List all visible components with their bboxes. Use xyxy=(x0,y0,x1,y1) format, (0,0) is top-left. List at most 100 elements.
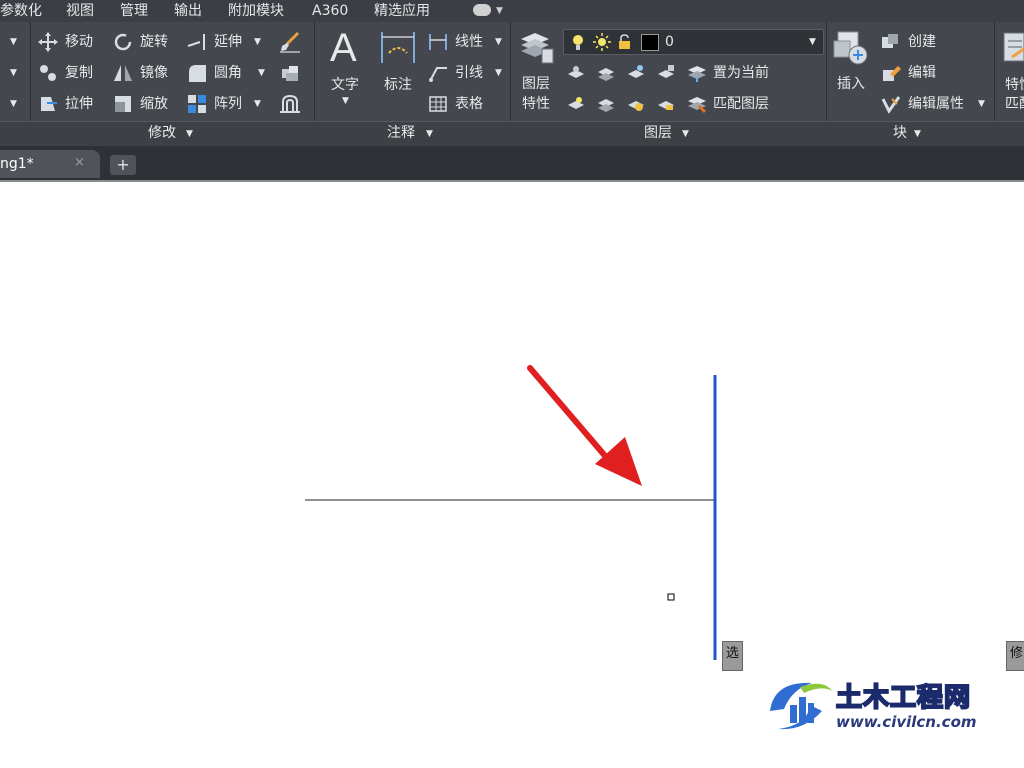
copy-icon xyxy=(40,65,56,81)
insert-block-icon xyxy=(833,31,868,65)
array-button[interactable]: 阵列 xyxy=(214,95,242,113)
erase-icon xyxy=(280,31,300,53)
menu-a360[interactable]: A360 xyxy=(312,2,348,20)
block-panel-title[interactable]: 块 xyxy=(893,124,907,142)
offset-icon xyxy=(280,94,300,113)
table-icon xyxy=(429,96,447,112)
text-large-icon: A xyxy=(330,26,357,70)
rotate-button[interactable]: 旋转 xyxy=(140,33,168,51)
copy-button[interactable]: 复制 xyxy=(65,64,93,82)
layer-color-swatch xyxy=(641,34,659,51)
unlock-icon xyxy=(619,34,630,49)
current-layer-name: 0 xyxy=(665,34,674,50)
edit-attributes-dropdown-icon[interactable]: ▼ xyxy=(978,99,985,109)
extend-button[interactable]: 延伸 xyxy=(214,33,242,51)
dropdown-chevron-icon[interactable]: ▼ xyxy=(10,37,17,47)
layer-unlock-icon xyxy=(658,101,674,110)
insert-button[interactable]: 插入 xyxy=(837,75,865,93)
linear-dropdown-icon[interactable]: ▼ xyxy=(495,37,502,47)
layer-properties-label-2[interactable]: 特性 xyxy=(522,95,550,113)
block-panel-chevron-icon[interactable]: ▼ xyxy=(914,129,921,139)
sun-icon xyxy=(593,33,611,51)
mirror-button[interactable]: 镜像 xyxy=(140,64,168,82)
layer-walk-icon xyxy=(598,99,614,112)
watermark-site-name: 土木工程网 xyxy=(835,682,972,714)
stretch-button[interactable]: 拉伸 xyxy=(65,95,93,113)
mirror-icon xyxy=(114,65,132,81)
text-button[interactable]: 文字 xyxy=(331,76,359,94)
layers-panel-chevron-icon[interactable]: ▼ xyxy=(682,129,689,139)
layer-tools-row1 xyxy=(568,65,674,81)
move-icon xyxy=(38,32,58,52)
edit-attributes-button[interactable]: 编辑属性 xyxy=(908,95,964,113)
layer-off-icon xyxy=(568,66,584,78)
extend-icon xyxy=(187,34,205,50)
properties-label-2[interactable]: 匹配 xyxy=(1005,95,1024,113)
set-current-button[interactable]: 置为当前 xyxy=(713,64,769,82)
lightbulb-icon xyxy=(573,35,583,50)
annotation-panel-title[interactable]: 注释 xyxy=(387,124,415,142)
layer-dropdown[interactable]: 0 ▼ xyxy=(563,29,824,55)
drawing-tab-label: ng1* xyxy=(0,156,34,172)
move-button[interactable]: 移动 xyxy=(65,33,93,51)
match-layer-button[interactable]: 匹配图层 xyxy=(713,95,769,113)
fillet-dropdown-icon[interactable]: ▼ xyxy=(258,68,265,78)
layers-panel-title[interactable]: 图层 xyxy=(644,124,672,142)
menu-addins[interactable]: 附加模块 xyxy=(228,2,284,20)
modify-panel-title[interactable]: 修改 xyxy=(148,124,176,142)
fillet-button[interactable]: 圆角 xyxy=(214,64,242,82)
properties-label-1[interactable]: 特性 xyxy=(1005,76,1024,94)
red-arrow-head-icon xyxy=(595,437,642,486)
close-tab-icon[interactable]: × xyxy=(74,155,85,171)
stretch-icon xyxy=(41,97,57,111)
edit-block-icon xyxy=(883,66,901,81)
menu-view[interactable]: 视图 xyxy=(66,2,94,20)
scale-icon xyxy=(115,96,131,112)
scale-button[interactable]: 缩放 xyxy=(140,95,168,113)
watermark-url: www.civilcn.com xyxy=(836,713,977,731)
dropdown-chevron-icon[interactable]: ▼ xyxy=(10,68,17,78)
explode-icon xyxy=(282,66,298,81)
new-tab-icon[interactable]: + xyxy=(110,155,136,175)
match-layer-icon xyxy=(688,97,707,114)
text-dropdown-icon[interactable]: ▼ xyxy=(342,96,349,106)
rotate-icon xyxy=(114,33,132,51)
dimension-button[interactable]: 标注 xyxy=(384,76,412,94)
ribbon-toggle-icon[interactable] xyxy=(473,4,491,16)
edit-block-button[interactable]: 编辑 xyxy=(908,64,936,82)
annotation-panel-chevron-icon[interactable]: ▼ xyxy=(426,129,433,139)
civilcn-logo-icon xyxy=(770,682,832,730)
modify-panel-chevron-icon[interactable]: ▼ xyxy=(186,129,193,139)
dropdown-chevron-icon[interactable]: ▼ xyxy=(10,99,17,109)
array-icon xyxy=(188,95,206,113)
layer-dropdown-chevron-icon[interactable]: ▼ xyxy=(809,37,816,47)
fillet-icon xyxy=(189,65,206,82)
menu-bar: 参数化 视图 管理 输出 附加模块 A360 精选应用 ▼ xyxy=(0,0,1024,22)
match-properties-icon xyxy=(1003,32,1024,62)
layer-properties-label-1[interactable]: 图层 xyxy=(522,75,550,93)
modify-tooltip: 修 xyxy=(1006,641,1024,671)
create-block-icon xyxy=(882,34,898,48)
leader-button[interactable]: 引线 xyxy=(455,64,483,82)
leader-dropdown-icon[interactable]: ▼ xyxy=(495,68,502,78)
create-block-button[interactable]: 创建 xyxy=(908,33,936,51)
edit-attributes-icon xyxy=(881,96,901,114)
ribbon-toggle-chevron-icon[interactable]: ▼ xyxy=(496,6,503,16)
select-tooltip: 选 xyxy=(722,641,743,671)
menu-output[interactable]: 输出 xyxy=(174,2,202,20)
drawing-canvas[interactable] xyxy=(0,182,1024,768)
menu-parametric[interactable]: 参数化 xyxy=(0,2,42,20)
menu-manage[interactable]: 管理 xyxy=(120,2,148,20)
layer-properties-icon xyxy=(521,33,554,64)
layer-lock-icon xyxy=(658,65,674,78)
linear-button[interactable]: 线性 xyxy=(455,33,483,51)
menu-featured-apps[interactable]: 精选应用 xyxy=(374,2,430,20)
table-button[interactable]: 表格 xyxy=(455,95,483,113)
pickbox-cursor xyxy=(667,593,675,601)
array-dropdown-icon[interactable]: ▼ xyxy=(254,99,261,109)
leader-icon xyxy=(429,67,447,82)
layer-on-icon xyxy=(568,97,584,109)
layer-isolate-icon xyxy=(598,68,614,81)
file-tab-strip xyxy=(0,146,1024,180)
extend-dropdown-icon[interactable]: ▼ xyxy=(254,37,261,47)
